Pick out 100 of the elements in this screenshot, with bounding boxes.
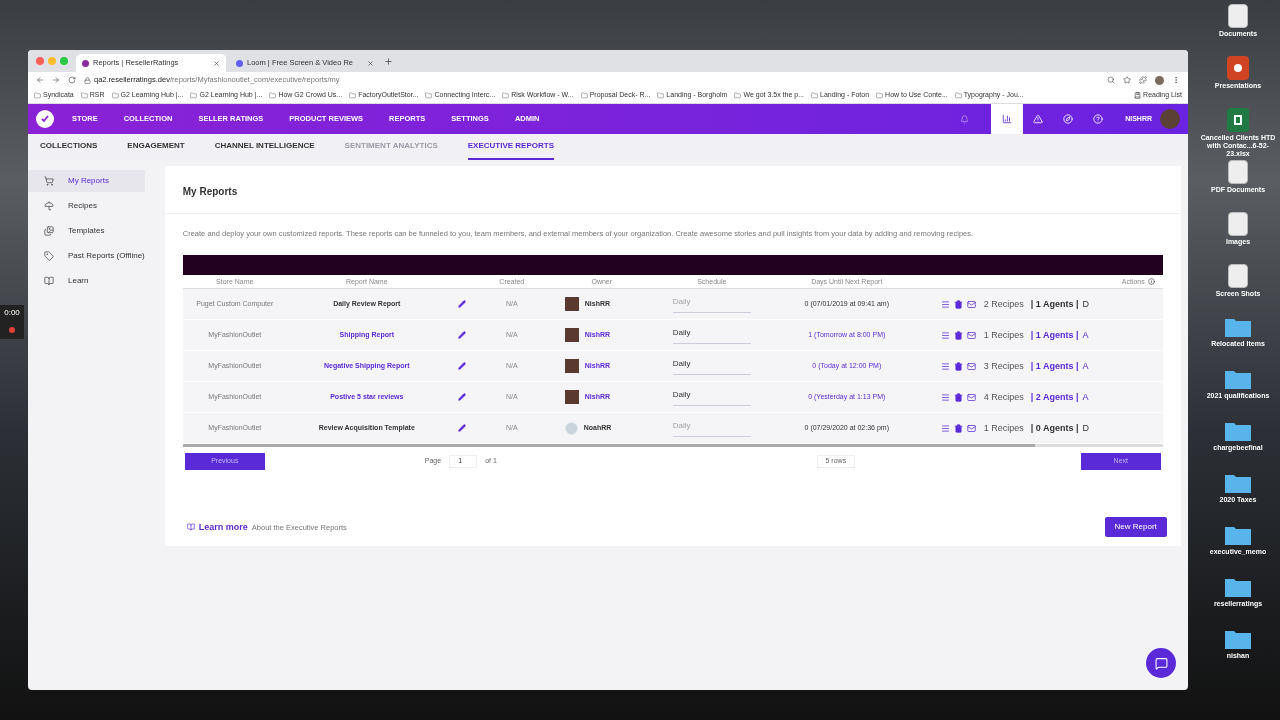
email-icon[interactable] (966, 361, 976, 371)
edit-icon[interactable] (457, 300, 466, 309)
site-icon (82, 59, 89, 67)
folder-icon (1224, 576, 1252, 598)
bookmark-icon (269, 92, 277, 99)
action-link[interactable]: D (1082, 297, 1090, 311)
sidebar-item[interactable]: Recipes (28, 195, 145, 217)
recipes-count[interactable]: 2 Recipes (983, 297, 1024, 311)
compass-icon[interactable] (1063, 114, 1074, 124)
list-icon[interactable] (940, 361, 950, 371)
forward-icon[interactable] (52, 76, 60, 84)
list-icon[interactable] (940, 423, 950, 433)
agents-count[interactable]: | 1 Agents | (1030, 359, 1079, 373)
sidebar-item[interactable]: My Reports (28, 170, 145, 192)
document-icon (1228, 160, 1248, 184)
recording-timer: 0:00 (0, 305, 24, 339)
new-report-button[interactable]: New Report (1104, 517, 1167, 538)
close-tab-icon[interactable] (367, 59, 374, 67)
info-icon[interactable] (1147, 278, 1155, 286)
recipes-count[interactable]: 1 Recipes (983, 328, 1024, 342)
bookmark-icon (502, 92, 510, 99)
schedule-dropdown[interactable]: Daily (672, 357, 751, 375)
document-icon (1228, 4, 1248, 28)
sidebar-item[interactable]: Templates (28, 220, 145, 242)
learn-more-link[interactable]: Learn more (198, 520, 248, 534)
close-tab-icon[interactable] (213, 59, 220, 67)
section-tab[interactable]: EXECUTIVE REPORTS (467, 140, 554, 160)
extensions-icon[interactable] (1139, 76, 1147, 84)
bookmark-icon (80, 92, 88, 99)
site-icon (236, 59, 243, 67)
delete-icon[interactable] (953, 361, 963, 371)
delete-icon[interactable] (953, 423, 963, 433)
chat-icon (1154, 656, 1168, 670)
agents-count[interactable]: | 0 Agents | (1030, 421, 1079, 435)
profile-avatar[interactable] (1155, 75, 1164, 85)
bookmark-icon (425, 92, 433, 99)
book-icon (186, 523, 195, 532)
folder-icon (1224, 472, 1252, 494)
section-tab[interactable]: ENGAGEMENT (127, 140, 185, 160)
notifications-icon[interactable] (960, 114, 970, 124)
bookmark-icon (811, 92, 819, 99)
sidebar-item[interactable]: Past Reports (Offline) (28, 245, 145, 267)
bookmark-icon (580, 92, 588, 99)
folder-icon (1224, 420, 1252, 442)
delete-icon[interactable] (953, 330, 963, 340)
action-link[interactable]: D (1082, 421, 1090, 435)
section-tab[interactable]: COLLECTIONS (40, 140, 98, 160)
delete-icon[interactable] (953, 299, 963, 309)
action-link[interactable]: A (1082, 359, 1089, 373)
new-tab-icon[interactable] (384, 56, 393, 66)
edit-icon[interactable] (457, 424, 466, 433)
schedule-dropdown[interactable]: Daily (672, 388, 751, 406)
images-icon (44, 226, 54, 236)
list-icon[interactable] (940, 299, 950, 309)
folder-icon (1224, 316, 1252, 338)
zoom-icon[interactable] (1107, 76, 1115, 84)
section-tab[interactable]: CHANNEL INTELLIGENCE (214, 140, 315, 160)
bookmark-icon (954, 92, 962, 99)
analytics-button[interactable] (991, 104, 1024, 134)
action-link[interactable]: A (1082, 390, 1089, 404)
agents-count[interactable]: | 2 Agents | (1030, 390, 1079, 404)
edit-icon[interactable] (457, 362, 466, 371)
delete-icon[interactable] (953, 392, 963, 402)
email-icon[interactable] (966, 330, 976, 340)
sidebar-item[interactable]: Learn (28, 270, 145, 292)
recipes-count[interactable]: 4 Recipes (983, 390, 1024, 404)
cart-icon (44, 176, 54, 186)
agents-count[interactable]: | 1 Agents | (1030, 297, 1079, 311)
reload-icon[interactable] (68, 76, 76, 84)
bookmark-icon (349, 92, 357, 99)
presentation-file-icon (1227, 56, 1249, 80)
menu-icon[interactable] (1172, 76, 1180, 84)
horizontal-scrollbar[interactable] (182, 444, 1163, 448)
list-icon[interactable] (940, 392, 950, 402)
agents-count[interactable]: | 1 Agents | (1030, 328, 1079, 342)
bar-chart-icon (1002, 114, 1013, 124)
bookmark-star-icon[interactable] (1123, 76, 1131, 84)
bookmark-icon (657, 92, 665, 99)
recipes-count[interactable]: 1 Recipes (983, 421, 1024, 435)
edit-icon[interactable] (457, 393, 466, 402)
document-icon (1228, 264, 1248, 288)
list-icon[interactable] (940, 330, 950, 340)
chat-button[interactable] (1146, 648, 1176, 678)
help-icon[interactable] (1093, 114, 1104, 124)
back-icon[interactable] (36, 76, 44, 84)
warning-icon[interactable] (1033, 114, 1044, 124)
edit-icon[interactable] (457, 331, 466, 340)
bookmark-icon (876, 92, 884, 99)
umbrella-icon (44, 201, 54, 211)
schedule-dropdown[interactable]: Daily (672, 326, 751, 344)
close-window-button[interactable] (36, 57, 44, 65)
email-icon[interactable] (966, 299, 976, 309)
app-logo-icon[interactable] (36, 110, 54, 128)
email-icon[interactable] (966, 392, 976, 402)
action-link[interactable]: A (1082, 328, 1089, 342)
email-icon[interactable] (966, 423, 976, 433)
book-icon (44, 276, 54, 286)
document-icon (1228, 212, 1248, 236)
recipes-count[interactable]: 3 Recipes (983, 359, 1024, 373)
page-title: My Reports (182, 186, 238, 197)
